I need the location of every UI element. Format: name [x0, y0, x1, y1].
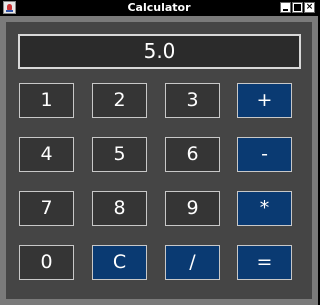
- digit-6-button[interactable]: 6: [165, 137, 220, 172]
- close-icon[interactable]: ×: [304, 2, 315, 13]
- title-bar[interactable]: Calculator ×: [0, 0, 318, 16]
- clear-button[interactable]: C: [92, 245, 147, 280]
- result-display: 5.0: [18, 34, 301, 69]
- maximize-icon[interactable]: [292, 2, 303, 13]
- digit-3-button[interactable]: 3: [165, 83, 220, 118]
- calculator-window: Calculator × 5.0 1 2 3 + 4 5 6 - 7 8 9 *…: [0, 0, 318, 305]
- digit-0-button[interactable]: 0: [19, 245, 74, 280]
- digit-9-button[interactable]: 9: [165, 191, 220, 226]
- divide-button[interactable]: /: [165, 245, 220, 280]
- window-title: Calculator: [127, 1, 191, 14]
- digit-2-button[interactable]: 2: [92, 83, 147, 118]
- equals-button[interactable]: =: [237, 245, 292, 280]
- digit-1-button[interactable]: 1: [19, 83, 74, 118]
- digit-8-button[interactable]: 8: [92, 191, 147, 226]
- digit-4-button[interactable]: 4: [19, 137, 74, 172]
- multiply-button[interactable]: *: [237, 191, 292, 226]
- add-button[interactable]: +: [237, 83, 292, 118]
- digit-7-button[interactable]: 7: [19, 191, 74, 226]
- digit-5-button[interactable]: 5: [92, 137, 147, 172]
- minimize-icon[interactable]: [280, 2, 291, 13]
- subtract-button[interactable]: -: [237, 137, 292, 172]
